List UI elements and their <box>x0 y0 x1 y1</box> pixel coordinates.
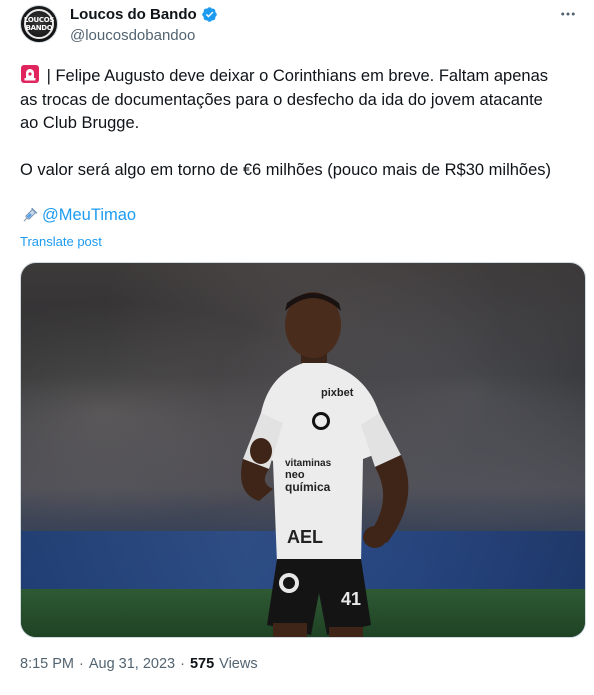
tweet-line-3: ao Club Brugge. <box>20 114 140 132</box>
jersey-sponsor-mid1: vitaminas <box>285 458 332 469</box>
author-handle[interactable]: @loucosdobandoo <box>70 27 195 44</box>
jersey-sponsor-mid3: química <box>285 480 331 494</box>
tweet-line-1-text: | Felipe Augusto deve deixar o Corinthia… <box>46 67 548 85</box>
meta-separator-1: · <box>79 656 84 672</box>
more-icon[interactable] <box>556 2 580 26</box>
shorts-number: 41 <box>341 589 361 609</box>
tweet-date[interactable]: Aug 31, 2023 <box>89 656 175 672</box>
avatar-logo-text-1: LOUCOS <box>23 16 55 24</box>
avatar[interactable]: LOUCOS BANDO <box>20 5 58 43</box>
tweet-card: LOUCOS BANDO Loucos do Bando @loucosdoba… <box>0 0 594 695</box>
mention-link[interactable]: @MeuTimao <box>42 206 136 225</box>
jersey-text-layer: pixbet vitaminas neo química AEL 41 <box>285 387 361 609</box>
tweet-line-4: O valor será algo em torno de €6 milhões… <box>20 161 552 179</box>
tweet-photo[interactable]: pixbet vitaminas neo química AEL 41 <box>20 262 586 638</box>
translate-post-link[interactable]: Translate post <box>20 234 102 249</box>
views-label: Views <box>219 656 258 672</box>
author-display-name[interactable]: Loucos do Bando <box>70 6 197 23</box>
tweet-line-2: as trocas de documentações para o desfec… <box>20 90 543 109</box>
tweet-meta: 8:15 PM · Aug 31, 2023 · 575 Views <box>20 656 258 672</box>
syringe-icon <box>20 207 38 225</box>
tweet-text: | Felipe Augusto deve deixar o Corinthia… <box>20 64 588 183</box>
jersey-sponsor-top: pixbet <box>321 387 354 399</box>
avatar-logo-text-2: BANDO <box>25 24 53 32</box>
verified-badge-icon[interactable] <box>201 6 218 23</box>
tweet-line-1: | Felipe Augusto deve deixar o Corinthia… <box>20 64 588 89</box>
tweet-time[interactable]: 8:15 PM <box>20 656 74 672</box>
mention-row: @MeuTimao <box>20 206 136 225</box>
views-count: 575 <box>189 656 215 672</box>
siren-icon <box>20 64 40 84</box>
meta-separator-2: · <box>180 656 185 672</box>
jersey-sponsor-low: AEL <box>287 527 323 547</box>
author-name-row: Loucos do Bando <box>70 6 218 23</box>
